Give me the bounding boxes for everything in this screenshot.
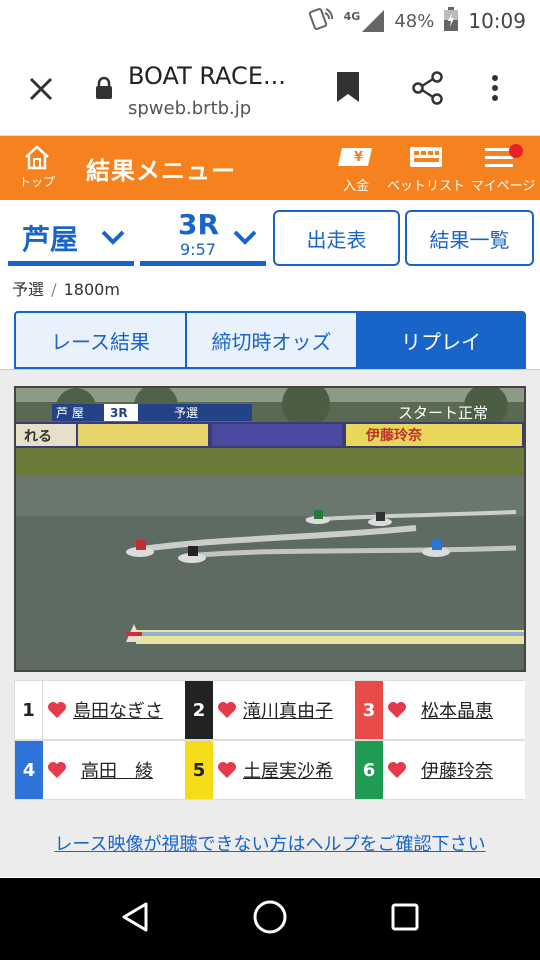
recents-icon[interactable] <box>390 902 420 936</box>
close-icon[interactable] <box>24 72 58 106</box>
result-tabs: レース結果 締切時オッズ リプレイ <box>14 311 526 369</box>
heart-icon[interactable] <box>387 761 407 779</box>
replay-video[interactable]: れる 伊藤玲奈 芦 屋 3R 予選 スタート正常 <box>14 386 526 672</box>
battery-icon <box>444 6 459 36</box>
racer-entry: 5 土屋実沙希 <box>185 741 355 799</box>
race-info-separator: / <box>51 280 57 299</box>
racer-name[interactable]: 伊藤玲奈 <box>421 757 493 783</box>
mypage-label: マイページ <box>470 179 536 194</box>
heart-icon[interactable] <box>47 761 67 779</box>
wifi-calling-icon <box>308 7 334 36</box>
more-options-icon[interactable] <box>490 70 500 110</box>
video-frame: れる 伊藤玲奈 芦 屋 3R 予選 スタート正常 <box>16 388 524 670</box>
racer-name[interactable]: 高田 綾 <box>81 757 153 783</box>
banner-text-2: 伊藤玲奈 <box>365 427 423 444</box>
race-card-button[interactable]: 出走表 <box>273 210 400 266</box>
racer-entry: 6 伊藤玲奈 <box>355 741 525 799</box>
deposit-icon: ¥ <box>338 148 374 174</box>
racer-entry: 2 滝川真由子 <box>185 681 355 739</box>
home-icon <box>23 145 51 173</box>
system-nav-bar <box>0 878 540 960</box>
menu-notification-icon <box>481 144 525 174</box>
battery-percent: 48% <box>394 10 435 32</box>
racer-number: 1 <box>15 681 43 739</box>
home-button[interactable]: トップ <box>14 144 60 190</box>
racer-number: 3 <box>355 681 383 739</box>
heart-icon[interactable] <box>217 701 237 719</box>
svg-text:¥: ¥ <box>354 150 363 165</box>
racer-name[interactable]: 松本晶恵 <box>421 697 493 723</box>
site-header: トップ 結果メニュー ¥ 入金 ベットリスト マイページ <box>0 136 540 200</box>
betlist-label: ベットリスト <box>386 179 465 194</box>
race-distance: 1800m <box>63 280 120 299</box>
browser-toolbar: BOAT RACE... spweb.brtb.jp <box>0 42 540 136</box>
racer-name[interactable]: 滝川真由子 <box>243 697 333 723</box>
overlay-venue: 芦 屋 <box>56 406 84 420</box>
url-text[interactable]: spweb.brtb.jp <box>128 98 251 119</box>
racer-number: 4 <box>15 741 43 799</box>
venue-dropdown[interactable]: 芦屋 <box>8 210 134 266</box>
racer-entry: 4 高田 綾 <box>15 741 185 799</box>
racer-name[interactable]: 土屋実沙希 <box>243 757 333 783</box>
tab-closing-odds[interactable]: 締切時オッズ <box>186 311 356 369</box>
heart-icon[interactable] <box>47 701 67 719</box>
start-status: スタート正常 <box>398 404 488 422</box>
cell-signal-icon: 4G <box>344 10 385 32</box>
chevron-down-icon <box>232 228 258 250</box>
racer-number: 5 <box>185 741 213 799</box>
tab-replay[interactable]: リプレイ <box>356 311 526 369</box>
venue-name: 芦屋 <box>22 223 79 256</box>
race-dropdown[interactable]: 3R 9:57 <box>140 208 266 266</box>
race-selector: 芦屋 3R 9:57 出走表 結果一覧 <box>0 200 540 272</box>
back-icon[interactable] <box>120 901 150 937</box>
racer-name[interactable]: 島田なぎさ <box>73 697 163 723</box>
heart-icon[interactable] <box>217 761 237 779</box>
deposit-button[interactable]: ¥ 入金 <box>336 144 376 194</box>
deposit-label: 入金 <box>342 179 369 194</box>
overlay-type: 予選 <box>174 406 198 420</box>
banner-text-1: れる <box>24 429 52 445</box>
race-type: 予選 <box>12 280 45 299</box>
home-circle-icon[interactable] <box>251 898 289 940</box>
race-number: 3R <box>178 208 220 241</box>
results-list-button[interactable]: 結果一覧 <box>405 210 534 266</box>
help-link[interactable]: レース映像が視聴できない方はヘルプをご確認下さい <box>0 830 540 856</box>
tab-race-result[interactable]: レース結果 <box>14 311 186 369</box>
status-bar: 4G 48% 10:09 <box>0 0 540 42</box>
clock: 10:09 <box>468 9 526 33</box>
racer-number: 2 <box>185 681 213 739</box>
betlist-button[interactable]: ベットリスト <box>386 144 466 194</box>
betlist-icon <box>406 147 446 174</box>
share-icon[interactable] <box>410 70 446 110</box>
replay-content: れる 伊藤玲奈 芦 屋 3R 予選 スタート正常 1 島田なぎさ 2 滝川真由子… <box>0 369 540 877</box>
overlay-race: 3R <box>110 406 128 420</box>
race-info: 予選 / 1800m <box>12 276 120 300</box>
page-title: BOAT RACE... <box>128 62 286 90</box>
lock-icon <box>94 76 114 104</box>
menu-title: 結果メニュー <box>86 157 236 185</box>
heart-icon[interactable] <box>387 701 407 719</box>
race-time: 9:57 <box>180 240 216 259</box>
home-label: トップ <box>18 175 55 189</box>
racer-list: 1 島田なぎさ 2 滝川真由子 3 松本晶恵 4 高田 綾 5 土屋実沙希 6 … <box>14 680 525 800</box>
network-type: 4G <box>343 10 361 23</box>
bookmark-icon[interactable] <box>334 70 362 110</box>
mypage-button[interactable]: マイページ <box>470 144 536 194</box>
racer-entry: 1 島田なぎさ <box>15 681 185 739</box>
racer-number: 6 <box>355 741 383 799</box>
chevron-down-icon <box>100 228 126 250</box>
racer-entry: 3 松本晶恵 <box>355 681 525 739</box>
